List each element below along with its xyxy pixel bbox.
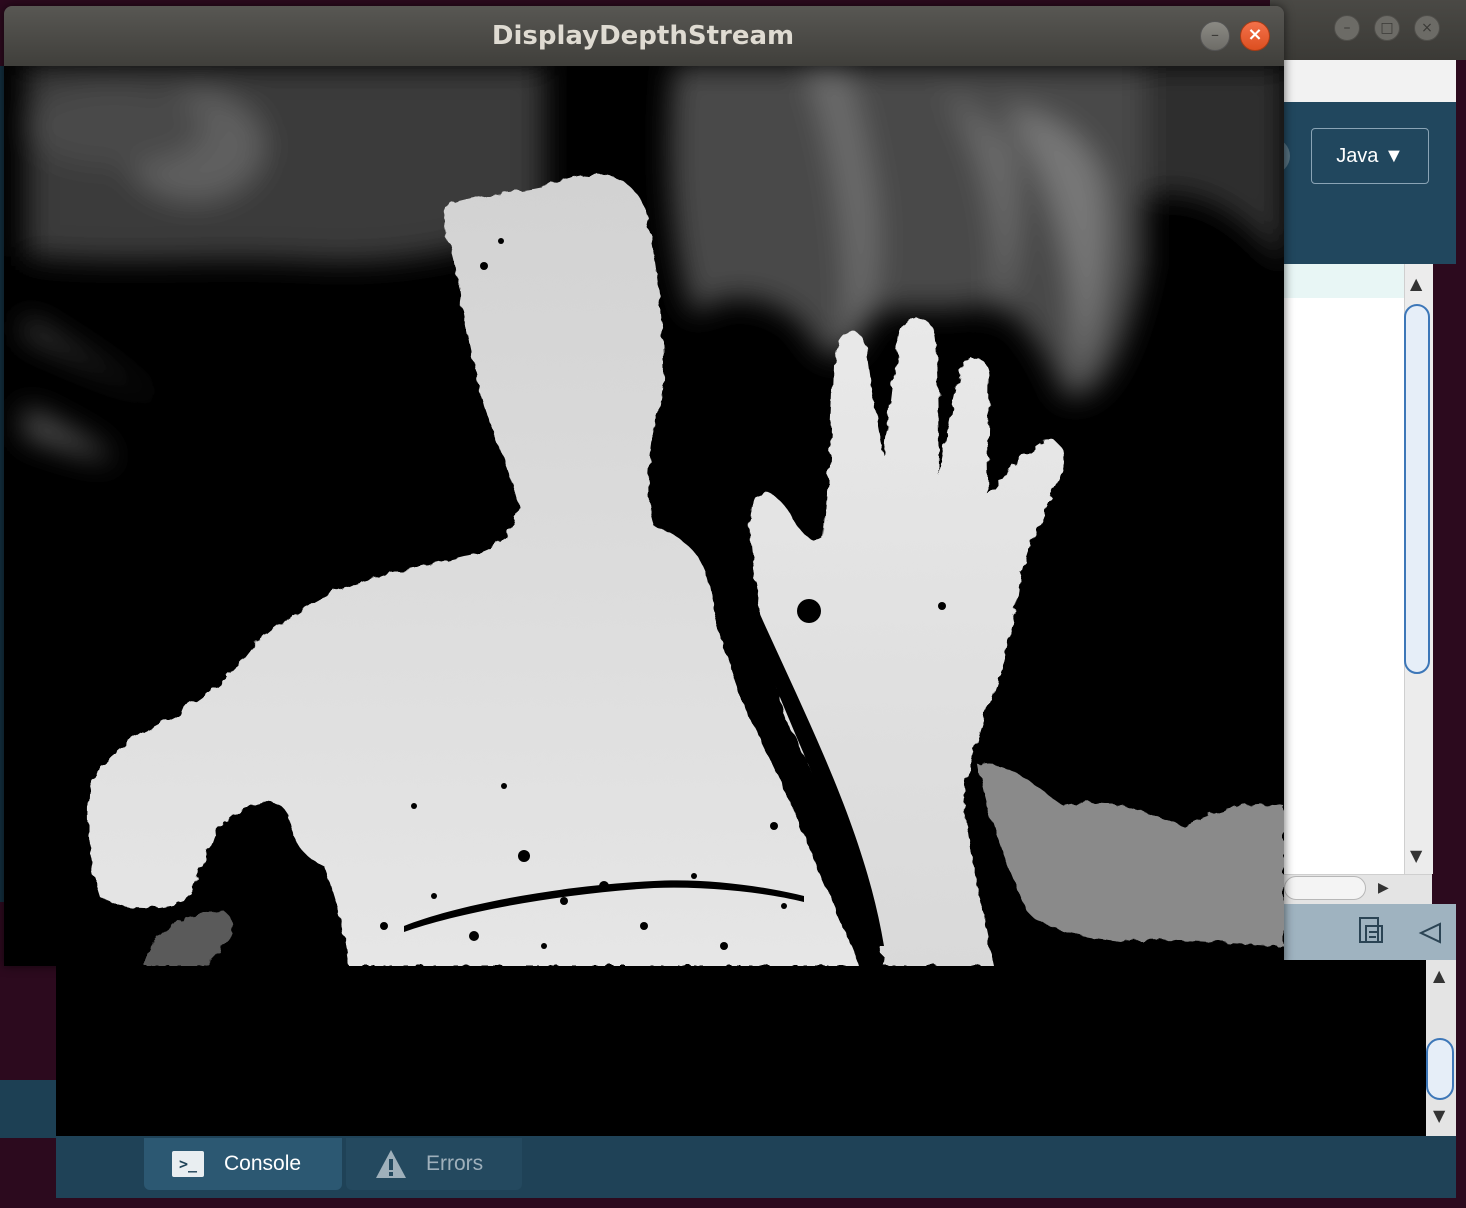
minimize-icon: – xyxy=(1343,20,1351,36)
tab-errors[interactable]: Errors xyxy=(346,1138,522,1190)
close-icon: × xyxy=(1421,20,1433,36)
message-area xyxy=(1284,904,1456,960)
scroll-up-arrow-icon[interactable]: ▲ xyxy=(1410,276,1422,292)
window-title: DisplayDepthStream xyxy=(491,21,795,51)
minimize-button[interactable]: – xyxy=(1200,21,1230,51)
depth-image-canvas xyxy=(4,66,1284,966)
editor-current-line xyxy=(1284,264,1404,298)
sketch-titlebar[interactable]: DisplayDepthStream – × xyxy=(4,6,1284,66)
collapse-left-icon[interactable] xyxy=(1418,922,1442,944)
display-depth-stream-window: DisplayDepthStream – × xyxy=(4,6,1284,966)
code-editor[interactable] xyxy=(1284,264,1404,874)
maximize-icon: □ xyxy=(1380,20,1394,36)
minimize-icon: – xyxy=(1211,25,1219,44)
editor-scroll-thumb[interactable] xyxy=(1404,304,1430,674)
scroll-down-arrow-icon[interactable]: ▼ xyxy=(1410,848,1422,864)
console-output[interactable] xyxy=(56,960,1456,1136)
console-scroll-down-arrow-icon[interactable]: ▼ xyxy=(1433,1108,1445,1124)
ide-titlebar: – □ × xyxy=(1270,0,1466,60)
depth-image xyxy=(4,66,1284,966)
console-scroll-thumb[interactable] xyxy=(1426,1038,1454,1100)
tab-console-label: Console xyxy=(224,1152,302,1175)
close-button[interactable]: × xyxy=(1240,21,1270,51)
copy-icon[interactable] xyxy=(1358,916,1386,946)
console-scroll-up-arrow-icon[interactable]: ▲ xyxy=(1433,968,1445,984)
ide-minimize-button[interactable]: – xyxy=(1334,15,1360,41)
ide-close-button[interactable]: × xyxy=(1414,15,1440,41)
scroll-right-arrow-icon[interactable]: ▶ xyxy=(1378,880,1389,896)
ide-left-panel xyxy=(0,1080,56,1138)
close-icon: × xyxy=(1247,24,1263,45)
editor-hscroll-thumb[interactable] xyxy=(1284,876,1366,900)
tab-errors-label: Errors xyxy=(426,1152,484,1175)
ide-menubar xyxy=(1284,60,1456,102)
console-icon: >_ xyxy=(172,1151,204,1177)
ide-maximize-button[interactable]: □ xyxy=(1374,15,1400,41)
tab-console[interactable]: >_ Console xyxy=(144,1138,342,1190)
mode-selector-button[interactable]: Java ▼ xyxy=(1311,128,1429,184)
warning-icon xyxy=(376,1150,406,1178)
